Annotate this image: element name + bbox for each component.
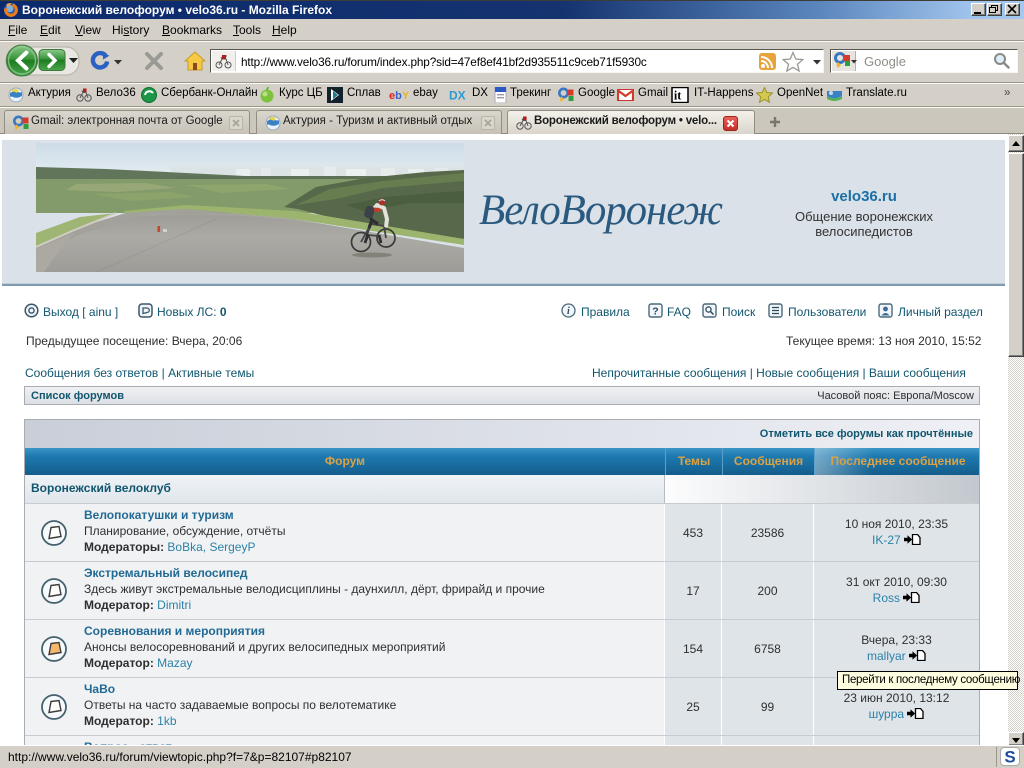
svg-text:?: ?	[652, 305, 658, 317]
svg-text:ebY: ebY	[389, 90, 410, 102]
svg-text:DX: DX	[449, 89, 466, 103]
svg-text:S: S	[1004, 748, 1015, 765]
svg-text:it: it	[674, 89, 682, 103]
svg-text:i: i	[567, 306, 570, 317]
